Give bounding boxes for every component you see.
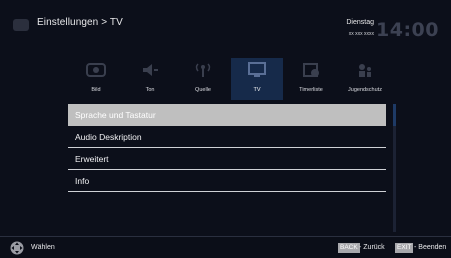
menu-item-audio-deskription[interactable]: Audio Deskription [68,126,386,148]
tv-settings-screen: Einstellungen > TV Dienstag xx xxx xxxx … [0,0,451,258]
tab-bild[interactable]: Bild [70,58,122,100]
tv-icon [248,62,266,77]
tab-label: Jugendschutz [348,87,382,93]
day-label: Dienstag [346,19,374,26]
picture-icon [86,63,106,77]
brand-logo-icon [13,19,29,31]
clock: 14:00 [376,19,439,41]
timer-list-icon [303,63,319,77]
exit-key-badge: EXIT [395,243,414,253]
menu-item-sprache[interactable]: Sprache und Tastatur [68,104,386,126]
speaker-icon [143,64,158,76]
category-tabs: Bild Ton Quelle TV Timerliste Jugendschu… [0,58,451,100]
tab-label: TV [253,87,261,93]
back-hint: - Zurück [359,244,385,251]
tab-label: Timerliste [299,87,323,93]
date-label: xx xxx xxxx [348,31,374,37]
scrollbar-thumb[interactable] [393,104,396,126]
scrollbar[interactable] [393,104,396,232]
tab-label: Quelle [195,87,211,93]
tab-ton[interactable]: Ton [124,58,176,100]
back-key-badge: BACK [338,243,360,253]
breadcrumb: Einstellungen > TV [37,17,123,28]
menu-item-info[interactable]: Info [68,170,386,192]
antenna-icon [195,63,211,77]
navigation-dpad-icon [10,241,24,255]
tab-quelle[interactable]: Quelle [177,58,229,100]
tab-label: Ton [145,87,155,93]
menu-item-erweitert[interactable]: Erweitert [68,148,386,170]
header: Einstellungen > TV Dienstag xx xxx xxxx … [0,0,451,58]
settings-menu: Sprache und Tastatur Audio Deskription E… [68,104,386,192]
exit-hint: - Beenden [414,244,447,251]
select-hint: Wählen [31,244,55,251]
tab-label: Bild [91,87,101,93]
tab-tv[interactable]: TV [231,58,283,100]
footer-hints: Wählen BACK - Zurück EXIT - Beenden [0,236,451,258]
tab-timerliste[interactable]: Timerliste [285,58,337,100]
parental-icon [359,64,371,77]
tab-jugendschutz[interactable]: Jugendschutz [339,58,391,100]
